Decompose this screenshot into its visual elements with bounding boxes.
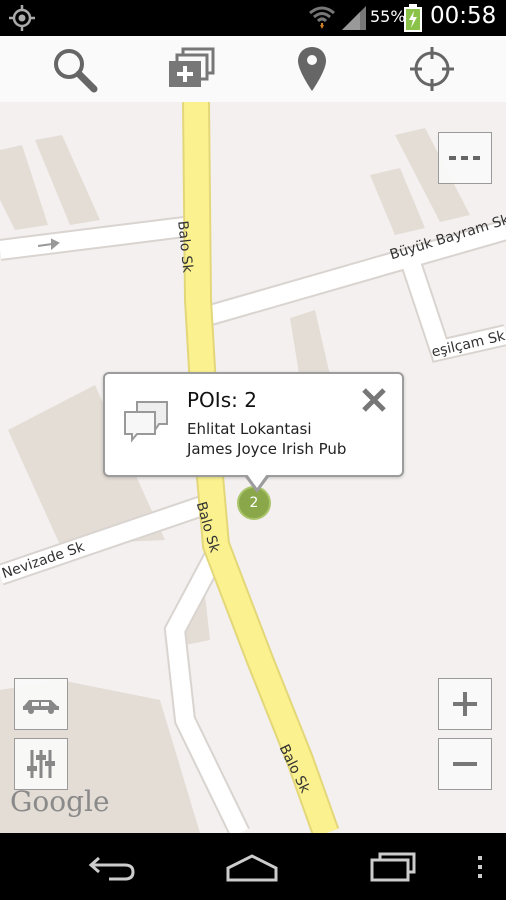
map-settings-button[interactable]	[14, 738, 68, 790]
search-icon	[54, 49, 98, 93]
back-icon	[88, 856, 135, 881]
add-layers-button[interactable]	[160, 42, 224, 96]
poi-popup[interactable]: POIs: 2 Ehlitat Lokantasi James Joyce Ir…	[103, 372, 404, 493]
wifi-icon	[309, 6, 335, 29]
home-icon	[226, 854, 278, 882]
popup-title: POIs: 2	[187, 388, 257, 412]
status-bar: 55% 00:58	[0, 0, 506, 36]
signal-icon	[342, 6, 366, 30]
car-mode-button[interactable]	[14, 678, 68, 730]
battery-icon	[404, 4, 422, 32]
add-layers-icon	[169, 47, 215, 87]
close-icon[interactable]	[360, 386, 388, 414]
plus-icon	[453, 692, 477, 716]
clock: 00:58	[430, 3, 497, 29]
map-toolbar	[0, 36, 506, 103]
overflow-menu-button[interactable]	[460, 845, 500, 889]
sliders-icon	[27, 750, 55, 778]
zoom-out-button[interactable]	[438, 738, 492, 790]
more-dots-icon	[449, 156, 480, 160]
popup-item[interactable]: Ehlitat Lokantasi	[187, 420, 312, 438]
recent-apps-button[interactable]	[362, 845, 422, 889]
overflow-dots-icon	[478, 856, 482, 878]
location-pin-icon	[298, 47, 326, 91]
zoom-in-button[interactable]	[438, 678, 492, 730]
system-nav-bar	[0, 833, 506, 900]
back-button[interactable]	[82, 845, 142, 889]
google-attribution: Google	[10, 785, 110, 818]
map-view[interactable]: Balo Sk Balo Sk Balo Sk Büyük Bayram Sk …	[0, 102, 506, 833]
popup-pointer-fill	[247, 474, 267, 488]
recent-apps-icon	[370, 852, 416, 882]
search-button[interactable]	[42, 42, 106, 96]
minus-icon	[453, 762, 477, 766]
home-button[interactable]	[222, 845, 282, 889]
gps-icon	[9, 5, 35, 31]
popup-item[interactable]: James Joyce Irish Pub	[187, 440, 346, 458]
chat-bubbles-icon	[124, 401, 168, 443]
car-icon	[23, 700, 59, 714]
my-location-button[interactable]	[400, 42, 464, 96]
crosshair-icon	[410, 47, 454, 91]
more-options-button[interactable]	[438, 132, 492, 184]
location-pin-button[interactable]	[280, 42, 344, 96]
battery-percentage: 55%	[370, 7, 406, 26]
